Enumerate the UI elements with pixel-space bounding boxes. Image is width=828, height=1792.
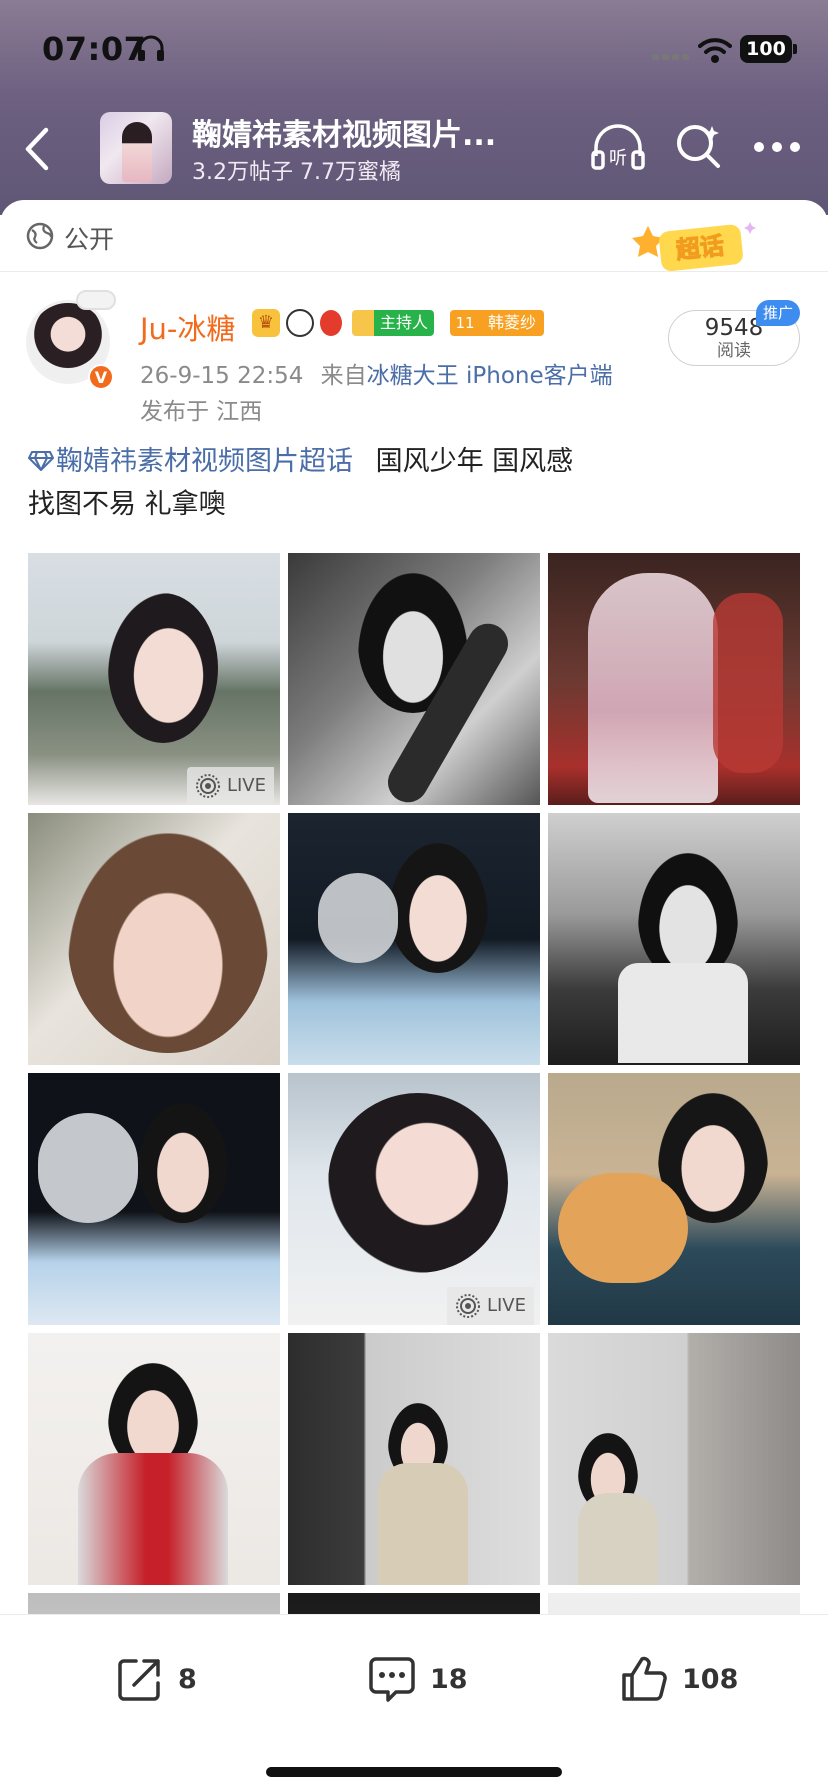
- post-line1-rest: 国风少年 国风感: [375, 446, 574, 477]
- photo-6[interactable]: [548, 813, 800, 1065]
- verified-badge: V: [88, 364, 114, 390]
- photo-2[interactable]: [288, 553, 540, 805]
- photo-10[interactable]: [28, 1333, 280, 1585]
- topic-thumbnail[interactable]: [100, 112, 172, 184]
- like-count: 108: [682, 1663, 739, 1695]
- fan-badge[interactable]: 11 韩菱纱: [450, 310, 545, 336]
- visibility-label: 公开: [64, 225, 115, 254]
- more-options-icon[interactable]: [752, 140, 802, 154]
- post-line2: 找图不易 礼拿噢: [28, 489, 226, 520]
- live-photo-icon: [195, 774, 220, 798]
- read-label: 阅读: [717, 341, 751, 361]
- comment-button[interactable]: 18: [366, 1649, 468, 1709]
- live-label: LIVE: [486, 1295, 526, 1316]
- back-arrow-icon[interactable]: [20, 124, 56, 174]
- share-count: 8: [178, 1663, 197, 1695]
- post-meta: 26-9-15 22:54 来自冰糖大王 iPhone客户端: [140, 356, 613, 390]
- source-prefix: 来自: [320, 363, 367, 389]
- action-bar: 8 18 108: [0, 1614, 828, 1792]
- host-badge-icon: [352, 310, 374, 336]
- avatar-decoration: [76, 290, 116, 310]
- photo-7[interactable]: [28, 1073, 280, 1325]
- battery-tip: [793, 44, 797, 54]
- post-card: 公开 超话 V Ju-冰糖 ♛ 主持人 11 韩菱纱 26-9-15 22:54…: [0, 200, 828, 1623]
- topic-link[interactable]: 鞠婧祎素材视频图片超话: [28, 446, 353, 477]
- photo-12[interactable]: [548, 1333, 800, 1585]
- svg-text:听: 听: [609, 148, 627, 169]
- photo-1[interactable]: LIVE: [28, 553, 280, 805]
- live-badge: LIVE: [186, 767, 274, 805]
- photo-3[interactable]: [548, 553, 800, 805]
- author-name[interactable]: Ju-冰糖: [140, 306, 235, 348]
- photo-4[interactable]: [28, 813, 280, 1065]
- wifi-icon: [698, 38, 732, 63]
- svg-text:超话: 超话: [675, 232, 726, 265]
- source-client[interactable]: 冰糖大王 iPhone客户端: [367, 363, 613, 389]
- globe-icon: [26, 222, 54, 250]
- headphone-icon: [138, 35, 164, 61]
- live-label: LIVE: [226, 775, 266, 796]
- listen-icon[interactable]: 听: [590, 122, 646, 174]
- panda-medal-icon[interactable]: [286, 309, 314, 337]
- bird-medal-icon[interactable]: [320, 310, 342, 336]
- cellular-signal-icon: [652, 54, 689, 60]
- photo-5[interactable]: [288, 813, 540, 1065]
- photo-8[interactable]: LIVE: [288, 1073, 540, 1325]
- search-icon[interactable]: [674, 122, 722, 170]
- post-time: 26-9-15 22:54: [140, 363, 304, 389]
- fan-badge-level: 11: [450, 310, 481, 336]
- photo-11[interactable]: [288, 1333, 540, 1585]
- visibility-row: 公开 超话: [0, 200, 828, 272]
- topic-header: 鞠婧祎素材视频图片... 3.2万帖子 7.7万蜜橘 听: [0, 100, 828, 200]
- like-button[interactable]: 108: [618, 1649, 738, 1709]
- comment-count: 18: [430, 1663, 468, 1695]
- supertopic-badge[interactable]: 超话: [630, 218, 760, 278]
- live-photo-icon: [455, 1294, 480, 1318]
- medal-row: ♛ 主持人 11 韩菱纱: [252, 308, 545, 338]
- post-text: 鞠婧祎素材视频图片超话 国风少年 国风感 找图不易 礼拿噢: [28, 440, 808, 526]
- crown-medal-icon[interactable]: ♛: [252, 309, 280, 337]
- share-button[interactable]: 8: [114, 1649, 197, 1709]
- post-location: 发布于 江西: [140, 399, 263, 425]
- author-row: V Ju-冰糖 ♛ 主持人 11 韩菱纱 26-9-15 22:54 来自冰糖大…: [0, 272, 828, 425]
- thumbs-up-icon: [622, 1656, 667, 1701]
- live-badge: LIVE: [446, 1287, 534, 1325]
- status-bar: 07:07 100: [0, 0, 828, 100]
- topic-title[interactable]: 鞠婧祎素材视频图片...: [192, 110, 496, 154]
- photo-9[interactable]: [548, 1073, 800, 1325]
- promote-tag[interactable]: 推广: [756, 300, 800, 326]
- fan-badge-name: 韩菱纱: [480, 310, 545, 336]
- diamond-icon: [28, 451, 54, 471]
- share-icon: [118, 1659, 160, 1701]
- topic-link-label: 鞠婧祎素材视频图片超话: [56, 446, 353, 477]
- host-badge-label: 主持人: [374, 310, 435, 336]
- battery-indicator: 100: [740, 35, 792, 63]
- status-time: 07:07: [42, 30, 147, 68]
- home-indicator: [266, 1767, 562, 1777]
- topic-stats: 3.2万帖子 7.7万蜜橘: [192, 160, 401, 185]
- comment-icon: [369, 1657, 415, 1702]
- photo-grid: LIVE LIVE: [28, 553, 800, 1623]
- host-badge[interactable]: 主持人: [352, 310, 435, 336]
